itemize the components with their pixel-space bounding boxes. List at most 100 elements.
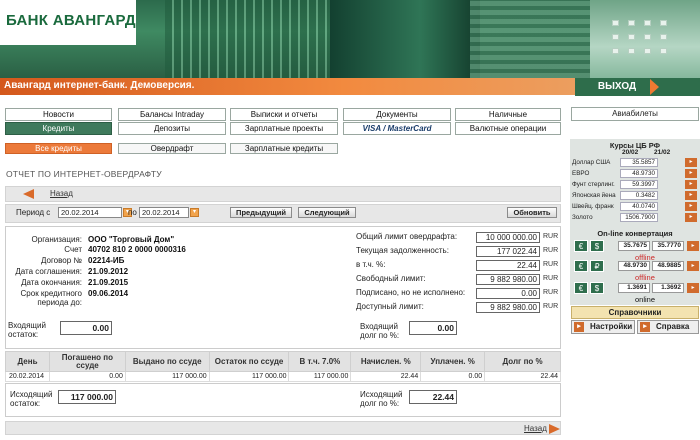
nav-documents[interactable]: Документы (343, 108, 451, 121)
currency-pair-icon[interactable]: € (574, 240, 588, 252)
rate-value: 40.0740 (620, 202, 658, 211)
current-debt-label: Текущая задолженность: (356, 246, 449, 255)
currency-pair-icon[interactable]: $ (590, 240, 604, 252)
expand-icon[interactable]: ▸ (685, 191, 697, 200)
page-title: ОТЧЕТ ПО ИНТЕРНЕТ-ОВЕРДРАФТУ (6, 169, 162, 179)
nav-statements[interactable]: Выписки и отчеты (230, 108, 338, 121)
next-period-button[interactable]: Следующий (298, 207, 356, 218)
col-incl: В т.ч. 7.0% (288, 351, 352, 372)
col-balance: Остаток по ссуде (208, 351, 290, 372)
app-title: Авангард интернет-банк. Демоверсия. (4, 80, 195, 91)
expand-icon[interactable]: ▸ (685, 180, 697, 189)
col-accrued: Начислен. % (350, 351, 422, 372)
free-limit-label: Свободный лимит: (356, 274, 426, 283)
incl-percent-label: в т.ч. %: (356, 260, 386, 269)
expand-icon[interactable]: ▸ (687, 283, 699, 293)
currency-label: RUR (543, 233, 559, 240)
rates-date: 20/02 (622, 149, 639, 156)
nav-visa-mastercard[interactable]: VISA / MasterCard (343, 122, 451, 135)
rate-value: 0.3482 (620, 191, 658, 200)
table-cell: 22.44 (484, 371, 561, 382)
nav-balances-intraday[interactable]: Балансы Intraday (118, 108, 226, 121)
period-to-label: по (128, 208, 137, 217)
online-conversion-title: On-line конвертация (597, 229, 673, 238)
banner-window (612, 48, 619, 54)
rate-value: 1506.7900 (620, 213, 658, 222)
term-value: 09.06.2014 (88, 289, 129, 298)
reference-books-button[interactable]: Справочники (571, 306, 699, 319)
expand-icon[interactable]: ▸ (687, 261, 699, 271)
currency-pair-icon[interactable]: ₽ (590, 260, 604, 272)
closing-debt-value: 22.44 (409, 390, 457, 404)
opening-balance-value: 0.00 (60, 321, 112, 335)
period-from-label: Период с (16, 208, 51, 217)
flights-button[interactable]: Авиабилеты (571, 107, 699, 121)
forward-arrow-icon[interactable] (549, 424, 560, 434)
expand-icon[interactable]: ▸ (685, 158, 697, 167)
banner-window (644, 20, 651, 26)
banner-building (330, 0, 480, 78)
free-limit-value: 9 882 980.00 (476, 274, 540, 285)
bank-logo[interactable]: БАНК АВАНГАРД (0, 0, 136, 45)
currency-label: RUR (543, 247, 559, 254)
opening-balance-label: Входящий остаток: (8, 321, 46, 339)
subnav-overdraft[interactable]: Овердрафт (118, 143, 226, 154)
banner-window (644, 48, 651, 54)
app-title-bar: Авангард интернет-банк. Демоверсия. (0, 78, 575, 95)
opening-debt-value: 0.00 (409, 321, 457, 335)
expand-icon[interactable]: ▸ (685, 213, 697, 222)
back-link[interactable]: Назад (50, 189, 73, 198)
currency-label: RUR (543, 275, 559, 282)
calendar-icon[interactable]: ▾ (190, 208, 199, 217)
signed-unexecuted-value: 0.00 (476, 288, 540, 299)
settings-button[interactable]: ▸ Настройки (571, 320, 635, 334)
nav-credits[interactable]: Кредиты (5, 122, 112, 135)
currency-pair-icon[interactable]: € (574, 282, 588, 294)
refresh-button[interactable]: Обновить (507, 207, 557, 218)
sell-rate: 48.9885 (652, 261, 684, 271)
nav-news[interactable]: Новости (5, 108, 112, 121)
prev-period-button[interactable]: Предыдущий (230, 207, 292, 218)
banner-window (628, 20, 635, 26)
nav-currency-ops[interactable]: Валютные операции (455, 122, 561, 135)
footer-back-link[interactable]: Назад (524, 424, 547, 433)
col-interest-debt: Долг по % (484, 351, 561, 372)
table-cell: 117 000.00 (288, 371, 352, 382)
rate-name: Швейц. франк (572, 203, 614, 210)
contract-label: Договор № (40, 256, 82, 265)
currency-pair-icon[interactable]: $ (590, 282, 604, 294)
back-panel (5, 186, 561, 202)
subnav-salary-credits[interactable]: Зарплатные кредиты (230, 143, 338, 154)
expand-icon[interactable]: ▸ (685, 169, 697, 178)
settings-arrow-icon: ▸ (574, 322, 584, 332)
rate-value: 48.9730 (620, 169, 658, 178)
table-cell: 0.00 (420, 371, 486, 382)
total-limit-value: 10 000 000.00 (476, 232, 540, 243)
rate-row: Швейц. франк 40.0740 ▸ (570, 202, 700, 212)
expand-icon[interactable]: ▸ (685, 202, 697, 211)
nav-salary-projects[interactable]: Зарплатные проекты (230, 122, 338, 135)
footer-back-panel (5, 421, 561, 435)
banner-building (165, 0, 335, 78)
expand-icon[interactable]: ▸ (687, 241, 699, 251)
nav-deposits[interactable]: Депозиты (118, 122, 226, 135)
table-header-row: День Погашено по ссуде Выдано по ссуде О… (5, 351, 561, 372)
table-cell: 0.00 (48, 371, 126, 382)
header-banner: БАНК АВАНГАРД (0, 0, 700, 78)
exit-button[interactable]: ВЫХОД (584, 79, 650, 95)
period-to-input[interactable]: 20.02.2014 (139, 207, 189, 218)
help-button[interactable]: ▸ Справка (637, 320, 699, 334)
buy-rate: 1.3691 (618, 283, 650, 293)
banner-window (644, 34, 651, 40)
currency-label: RUR (543, 303, 559, 310)
back-arrow-icon[interactable] (23, 189, 34, 199)
period-from-input[interactable]: 20.02.2014 (58, 207, 122, 218)
available-limit-value: 9 882 980.00 (476, 302, 540, 313)
nav-cash[interactable]: Наличные (455, 108, 561, 121)
rate-name: Доллар США (572, 159, 611, 166)
banner-window (612, 34, 619, 40)
currency-pair-icon[interactable]: € (574, 260, 588, 272)
banner-window (660, 48, 667, 54)
subnav-all-credits[interactable]: Все кредиты (5, 143, 112, 154)
help-arrow-icon: ▸ (640, 322, 650, 332)
